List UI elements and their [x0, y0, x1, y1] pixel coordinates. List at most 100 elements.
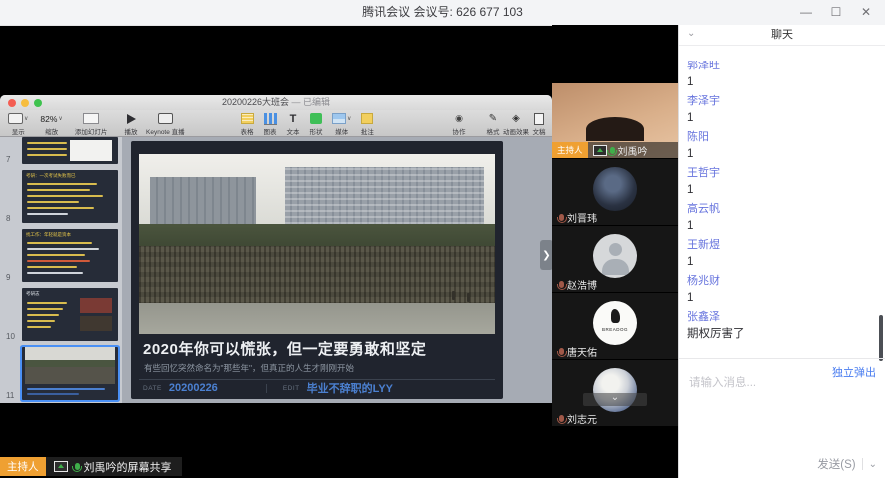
toolbar-button-label: 文稿 — [533, 126, 546, 136]
share-indicator-body: 刘禹吟的屏幕共享 — [46, 457, 182, 476]
thumbnail-photo-band — [25, 347, 115, 360]
participant-label: 刘志元 — [552, 410, 678, 426]
chat-message-text: 1 — [687, 110, 873, 127]
chat-sender: 高云帆 — [687, 201, 873, 218]
thumbnail-line — [27, 314, 59, 316]
thumbnail-line — [27, 320, 55, 322]
slide-thumbnail-9[interactable]: 9找工作：年轻就是资本 — [22, 229, 118, 282]
toolbar-button-label: 表格 — [241, 126, 254, 136]
format-icon — [489, 113, 497, 124]
close-button[interactable]: ✕ — [851, 0, 881, 25]
chat-message-text: 期权厉害了 — [687, 326, 873, 343]
play-button[interactable]: 播放 — [124, 112, 138, 136]
avatar — [593, 167, 637, 211]
slide-number: 9 — [6, 273, 10, 282]
share-indicator-text: 刘禹吟的屏幕共享 — [84, 459, 172, 475]
video-tile-5[interactable]: 刘志元 ⌄ — [552, 360, 678, 426]
thumbnail-caption — [27, 388, 105, 390]
chat-scrollbar[interactable] — [879, 315, 883, 361]
thumbnail-title: 考研志 — [26, 291, 40, 297]
play-icon — [127, 114, 136, 124]
keynote-live-icon — [158, 113, 173, 124]
toolbar-group: 表格图表文本形状 ∨媒体批注 — [240, 112, 374, 136]
media-button[interactable]: ∨媒体 — [332, 112, 351, 136]
chart-button[interactable]: 图表 — [263, 112, 277, 136]
comment-button[interactable]: 批注 — [360, 112, 374, 136]
video-tile-1[interactable]: 主持人刘禹吟 — [552, 83, 678, 158]
meeting-title: 腾讯会议 会议号: 626 677 103 — [0, 0, 885, 25]
chat-sender: 王新煜 — [687, 237, 873, 254]
toolbar-button-label: 格式 — [487, 126, 500, 136]
chevron-down-icon: ∨ — [24, 115, 28, 122]
thumbnail-line — [27, 302, 67, 304]
chat-panel: ⌄ 聊天 郭泽旺1李泽宇1陈阳1王哲宇1高云帆1王新煜1杨兆财1张鑫泽期权厉害了… — [678, 25, 885, 478]
thumbnail-line — [27, 260, 90, 262]
thumbnail-title: 考研：一次考试失败而已 — [26, 173, 76, 179]
chat-message-text: 1 — [687, 182, 873, 199]
toolbar-button-label: 缩放 — [45, 126, 58, 136]
zoom-button[interactable]: 82%∨缩放 — [40, 112, 62, 136]
photo-figure — [467, 293, 470, 302]
format-button[interactable]: 格式 — [486, 112, 500, 136]
chat-sender: 陈阳 — [687, 129, 873, 146]
footer-divider — [266, 384, 267, 393]
document-button[interactable]: 文稿 — [532, 112, 546, 136]
chat-input-section: 独立弹出 发送(S) ⌄ — [679, 358, 885, 478]
toolbar-button-label: 动画效果 — [503, 126, 529, 136]
thumbnail-line — [27, 154, 67, 156]
thumbnail-line — [27, 201, 79, 203]
chat-sender: 郭泽旺 — [687, 61, 873, 74]
participant-name: 刘志元 — [567, 411, 597, 426]
avatar-logo-text: BREADOG — [593, 327, 637, 332]
slide-thumbnail-10[interactable]: 10考研志 — [22, 288, 118, 341]
maximize-button[interactable]: ☐ — [821, 0, 851, 25]
participant-name: 赵浩博 — [567, 277, 597, 292]
chat-message-text: 1 — [687, 146, 873, 163]
video-tile-2[interactable]: 刘晋玮 — [552, 159, 678, 225]
slide-thumbnail-7[interactable]: 7 — [22, 137, 118, 164]
thumbnail-photo-band — [25, 360, 115, 367]
photo-building-right — [285, 167, 484, 230]
collaborate-button[interactable]: 协作 — [452, 112, 466, 136]
document-icon — [534, 113, 544, 125]
minimize-button[interactable]: — — [791, 0, 821, 25]
screen-share-icon — [54, 461, 68, 472]
photo-building-left — [150, 177, 257, 229]
add-slide-icon — [83, 113, 99, 124]
thumbnail-line — [27, 148, 67, 150]
chevron-down-icon[interactable]: ⌄ — [869, 459, 877, 470]
toolbar-button-label: 显示 — [12, 126, 25, 136]
thumbnail-line — [27, 326, 51, 328]
video-tile-4[interactable]: BREADOG唐天佑 — [552, 293, 678, 359]
video-tile-3[interactable]: 赵浩博 — [552, 226, 678, 292]
slide-thumbnail-11[interactable]: 11 — [22, 347, 118, 400]
photo-crowd — [139, 246, 495, 307]
keynote-body: 78考研：一次考试失败而已9找工作：年轻就是资本10考研志11 2020年你可以… — [0, 137, 552, 403]
toolbar-group: ∨ 显示 82%∨缩放添加幻灯片 — [8, 112, 107, 136]
toolbar-button-label: 批注 — [361, 126, 374, 136]
add-slide-button[interactable]: 添加幻灯片 — [75, 112, 108, 136]
table-button[interactable]: 表格 — [240, 112, 254, 136]
toolbar-button-label: Keynote 直播 — [146, 126, 185, 136]
thumbnail-line — [27, 213, 68, 215]
slide-thumbnail-8[interactable]: 8考研：一次考试失败而已 — [22, 170, 118, 223]
collapse-videos-button[interactable]: ⌄ — [583, 393, 647, 406]
keynote-live-button[interactable]: Keynote 直播 — [146, 112, 185, 136]
slide-number: 10 — [6, 332, 15, 341]
shape-button[interactable]: 形状 — [309, 112, 323, 136]
collaborate-icon — [455, 113, 463, 124]
thumbnail-line — [27, 207, 94, 209]
slide-canvas: 2020年你可以慌张，但一定要勇敢和坚定 有些回忆突然命名为"那些年"，但真正的… — [122, 137, 552, 403]
message-input[interactable] — [687, 376, 841, 390]
send-button[interactable]: 发送(S) — [817, 456, 855, 472]
participant-head — [586, 117, 644, 141]
mic-icon — [559, 348, 564, 355]
edit-value: 毕业不辞职的LYY — [307, 380, 393, 396]
chat-sender: 杨兆财 — [687, 273, 873, 290]
thumbnail-table — [70, 140, 112, 161]
text-button[interactable]: 文本 — [286, 112, 300, 136]
date-label: DATE — [143, 385, 162, 392]
animate-button[interactable]: 动画效果 — [503, 112, 529, 136]
view-button[interactable]: ∨ 显示 — [8, 112, 28, 136]
current-slide: 2020年你可以慌张，但一定要勇敢和坚定 有些回忆突然命名为"那些年"，但真正的… — [131, 141, 503, 399]
